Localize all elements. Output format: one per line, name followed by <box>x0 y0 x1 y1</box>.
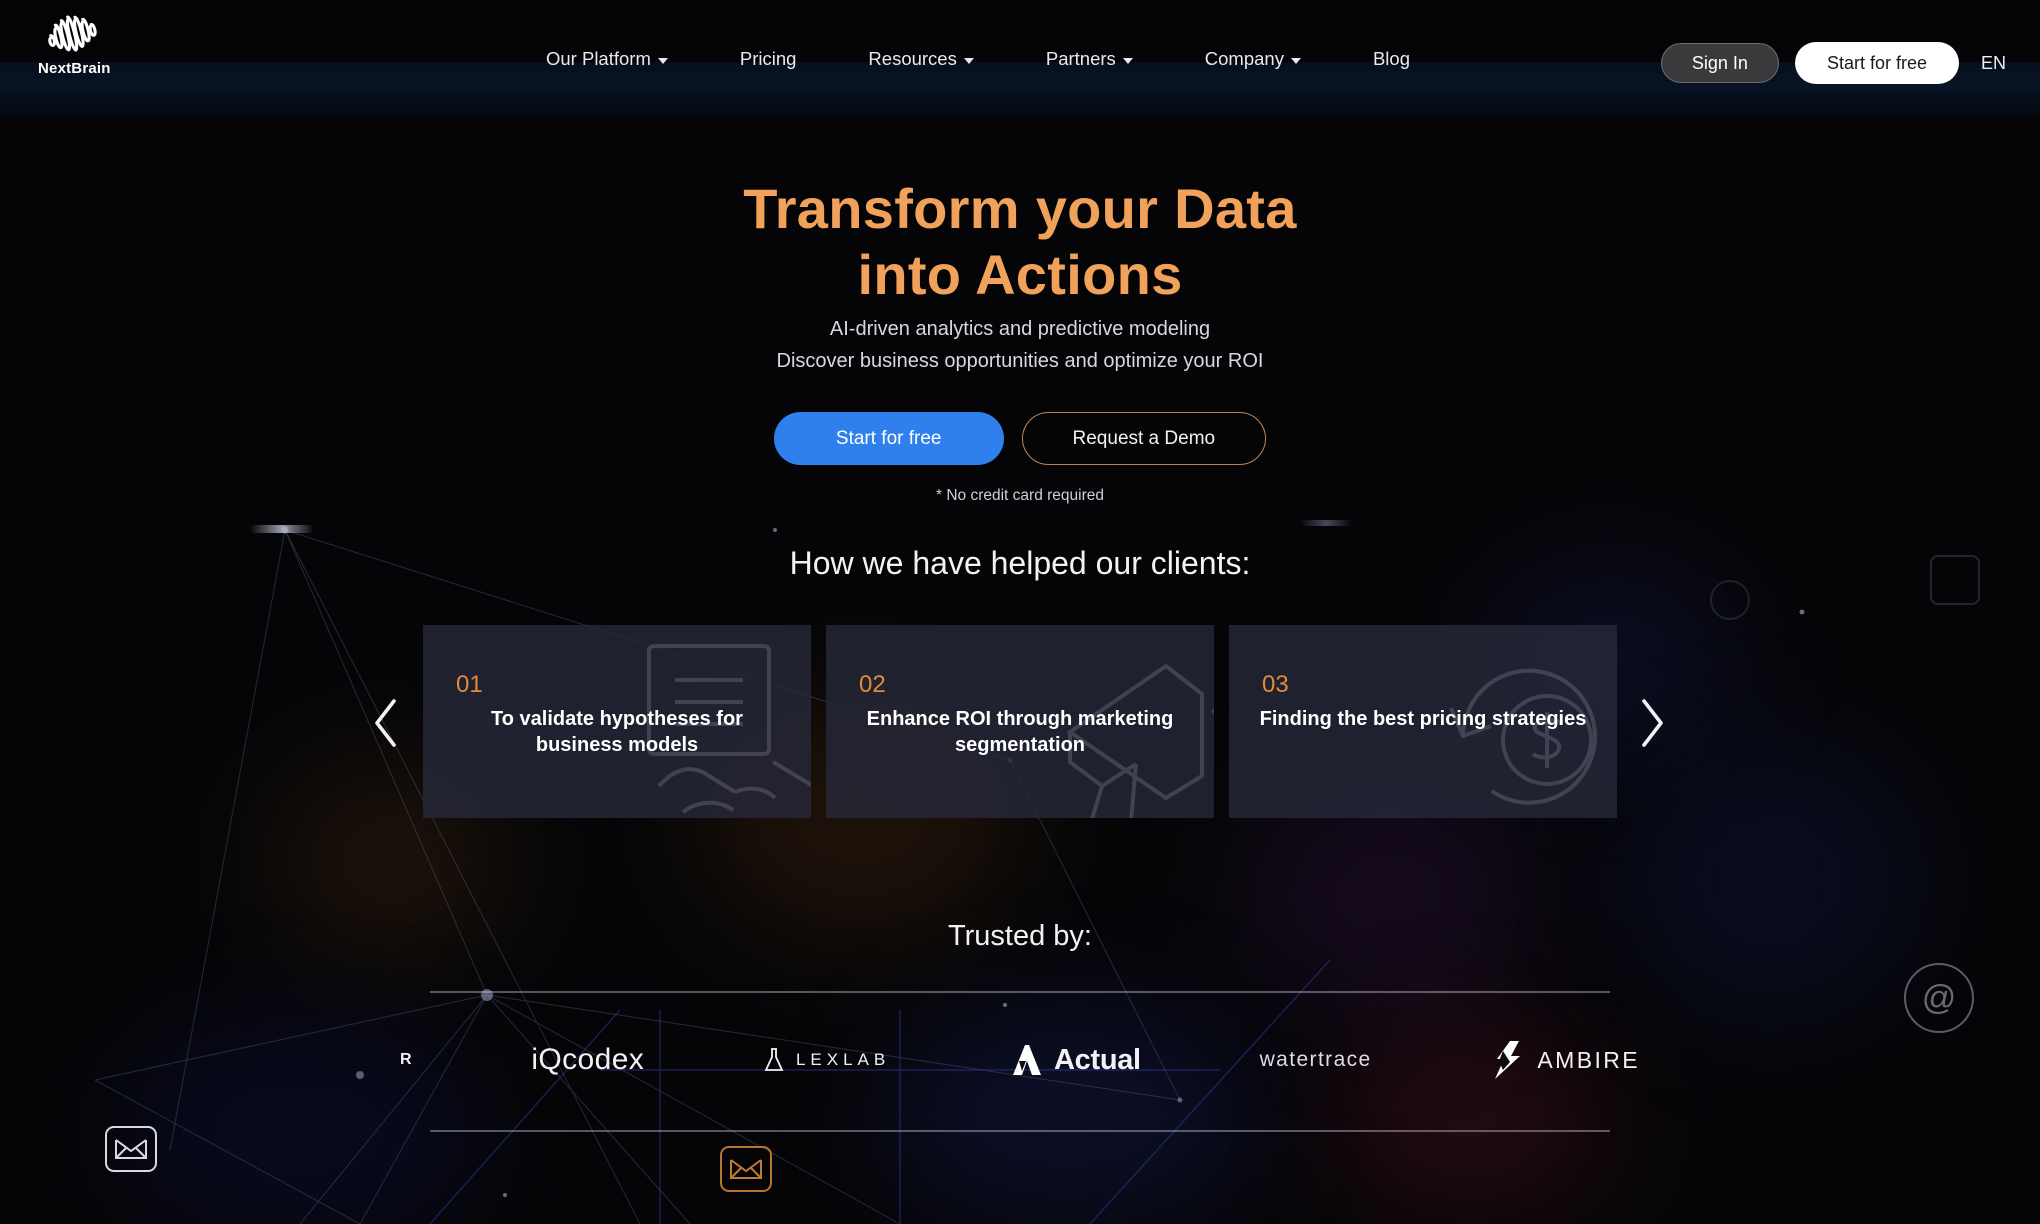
main-navigation: Our Platform Pricing Resources Partners … <box>510 48 1446 70</box>
subtitle-line-2: Discover business opportunities and opti… <box>776 350 1264 373</box>
chevron-right-icon <box>1642 699 1663 747</box>
subtitle-line-1: AI-driven analytics and predictive model… <box>829 318 1211 340</box>
trusted-divider-top <box>430 991 1610 993</box>
partner-logo-label-watertrace: watertrace <box>1259 1048 1372 1071</box>
headline-line-2: into Actions <box>857 242 1183 306</box>
partner-logo-label-iqcodex: iQcodex <box>531 1043 645 1076</box>
nav-label-blog: Blog <box>1372 48 1410 69</box>
partner-logo-ambire[interactable]: AMBIRE <box>1490 1040 1640 1080</box>
nav-item-our-platform[interactable]: Our Platform <box>510 48 704 70</box>
partner-logo-lexlab[interactable]: LEXLAB <box>763 1047 890 1073</box>
brand-name: NextBrain <box>38 60 111 77</box>
envelope-icon <box>105 1126 157 1172</box>
client-card-01[interactable]: 01 To validate hypotheses for business m… <box>423 625 811 818</box>
nextbrain-waveform-logo-icon <box>48 15 97 52</box>
envelope-icon-orange <box>720 1146 772 1192</box>
nav-item-pricing[interactable]: Pricing <box>704 48 833 70</box>
partner-logo-iqcodex[interactable]: iQcodex <box>531 1043 644 1077</box>
partner-logo-watertrace[interactable]: watertrace <box>1260 1048 1372 1072</box>
trusted-by-title: Trusted by: <box>948 920 1092 952</box>
client-card-number-02: 02 <box>859 671 886 698</box>
partner-logo-label-r: R <box>400 1051 413 1068</box>
header-start-for-free-button[interactable]: Start for free <box>1794 42 1959 84</box>
site-header: NextBrain Our Platform Pricing Resources… <box>0 0 2040 118</box>
actual-a-mark-icon <box>1012 1045 1041 1075</box>
carousel-next-button[interactable] <box>1628 690 1678 756</box>
headline-line-1: Transform your Data <box>743 177 1297 240</box>
square-outline-decoration <box>1930 555 1980 605</box>
clients-section-title: How we have helped our clients: <box>789 545 1251 581</box>
light-streak-decoration-right <box>1300 520 1352 526</box>
partner-logo-r[interactable]: R <box>400 1051 413 1069</box>
nav-item-blog[interactable]: Blog <box>1337 48 1446 70</box>
client-card-03[interactable]: 03 Finding the best pricing strategies <box>1229 625 1617 818</box>
client-card-number-03: 03 <box>1262 671 1289 698</box>
circle-outline-decoration <box>1710 580 1750 620</box>
nav-label-our-platform: Our Platform <box>546 48 651 69</box>
nav-item-resources[interactable]: Resources <box>832 48 1009 70</box>
flask-icon <box>764 1048 784 1071</box>
page-title: Transform your Data into Actions <box>0 176 2040 307</box>
clients-carousel[interactable]: 01 To validate hypotheses for business m… <box>0 625 2040 818</box>
no-credit-card-note: * No credit card required <box>936 487 1104 504</box>
nav-label-resources: Resources <box>868 48 957 69</box>
client-card-02[interactable]: 02 Enhance ROI through marketing segment… <box>826 625 1214 818</box>
language-selector[interactable]: EN <box>1975 53 2012 74</box>
nav-item-partners[interactable]: Partners <box>1010 48 1169 70</box>
hero-cta-group: Start for free Request a Demo <box>0 412 2040 465</box>
light-streak-decoration <box>250 525 314 533</box>
trusted-divider-bottom <box>430 1130 1610 1132</box>
carousel-prev-button[interactable] <box>360 690 410 756</box>
start-for-free-button[interactable]: Start for free <box>773 412 1004 465</box>
chevron-down-icon <box>963 57 974 64</box>
chevron-down-icon <box>1122 57 1133 64</box>
nav-label-company: Company <box>1204 48 1284 69</box>
ambire-flame-icon <box>1495 1041 1521 1079</box>
header-actions: Sign In Start for free EN <box>1660 42 2012 84</box>
brand-logo[interactable]: NextBrain <box>38 10 111 77</box>
chevron-down-icon <box>1290 57 1301 64</box>
sign-in-button[interactable]: Sign In <box>1660 43 1779 83</box>
nav-item-company[interactable]: Company <box>1169 48 1337 70</box>
hero-subtitle: AI-driven analytics and predictive model… <box>0 313 2040 378</box>
client-card-title-01: To validate hypotheses for business mode… <box>491 708 743 757</box>
chevron-down-icon <box>657 57 668 64</box>
partner-logo-label-lexlab: LEXLAB <box>795 1050 891 1069</box>
partner-logo-label-ambire: AMBIRE <box>1537 1046 1640 1073</box>
partner-logo-label-actual: Actual <box>1053 1043 1141 1076</box>
client-card-number-01: 01 <box>456 671 483 698</box>
nav-label-partners: Partners <box>1045 48 1116 69</box>
partner-logo-actual[interactable]: Actual <box>1009 1043 1141 1077</box>
request-demo-button[interactable]: Request a Demo <box>1021 412 1267 465</box>
client-card-title-02: Enhance ROI through marketing segmentati… <box>866 708 1174 757</box>
nav-label-pricing: Pricing <box>739 48 797 69</box>
at-sign-icon: @ <box>1904 963 1974 1033</box>
chevron-left-icon <box>375 699 396 747</box>
client-card-title-03: Finding the best pricing strategies <box>1259 708 1587 730</box>
trusted-logo-row: R iQcodex LEXLAB Actual watertrace AMBIR… <box>400 1030 1640 1090</box>
